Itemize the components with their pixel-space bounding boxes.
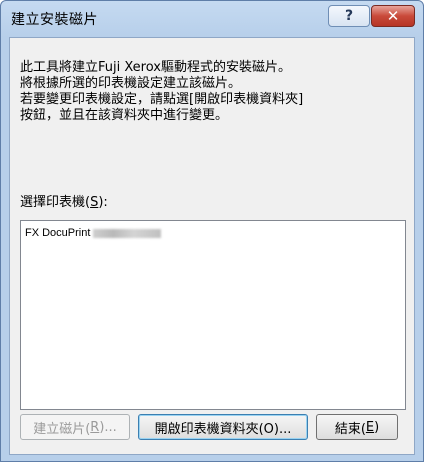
exit-label-prefix: 結束( xyxy=(334,421,366,437)
help-button[interactable]: ? xyxy=(328,5,370,27)
create-disk-label-suffix: )... xyxy=(99,419,117,435)
exit-button[interactable]: 結束(E) xyxy=(316,414,398,440)
title-bar[interactable]: 建立安裝磁片 ? ✕ xyxy=(1,1,423,37)
select-printer-label: 選擇印表機(S): xyxy=(20,191,108,210)
redacted-model-text xyxy=(93,228,162,238)
exit-label-suffix: ) xyxy=(374,419,380,435)
create-disk-label-prefix: 建立磁片( xyxy=(33,421,91,437)
create-disk-button[interactable]: 建立磁片(R)... xyxy=(20,414,130,440)
select-printer-label-prefix: 選擇印表機( xyxy=(20,195,91,210)
description-line: 若要變更印表機設定，請點選[開啟印表機資料夾] xyxy=(20,92,304,107)
description-line: 將根據所選的印表機設定建立該磁片。 xyxy=(20,76,242,91)
window-title: 建立安裝磁片 xyxy=(11,12,98,28)
select-printer-label-suffix: ): xyxy=(98,195,108,210)
help-icon: ? xyxy=(344,8,354,24)
printer-list-item[interactable]: FX DocuPrint xyxy=(25,227,162,239)
description-line: 此工具將建立Fuji Xerox驅動程式的安裝磁片。 xyxy=(20,60,291,75)
printer-list[interactable]: FX DocuPrint xyxy=(20,220,406,410)
description-text: 此工具將建立Fuji Xerox驅動程式的安裝磁片。 將根據所選的印表機設定建立… xyxy=(20,60,400,124)
close-window-button[interactable]: ✕ xyxy=(371,5,415,27)
exit-accel: E xyxy=(365,419,375,435)
description-line: 按鈕，並且在該資料夾中進行變更。 xyxy=(20,108,229,123)
close-icon: ✕ xyxy=(386,7,400,25)
printer-name: FX DocuPrint xyxy=(25,227,91,239)
open-printer-folder-label: 開啟印表機資料夾(O)... xyxy=(154,421,292,437)
create-disk-accel: R xyxy=(90,419,100,435)
open-printer-folder-button[interactable]: 開啟印表機資料夾(O)... xyxy=(138,414,308,440)
